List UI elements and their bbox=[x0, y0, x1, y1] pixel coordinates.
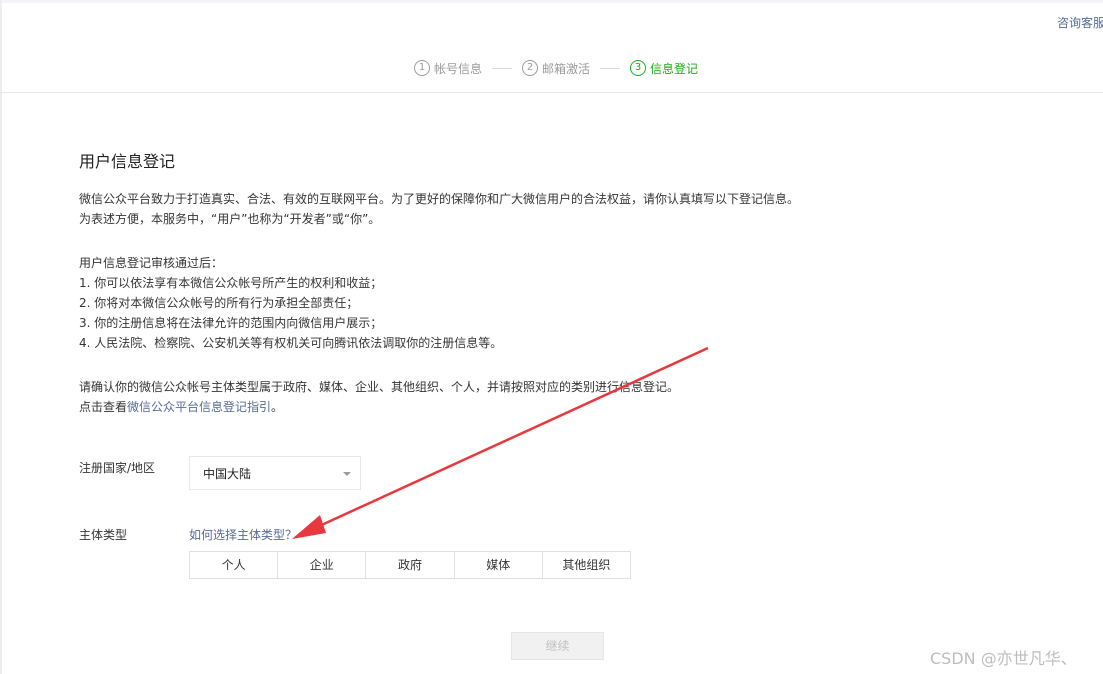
annotation-arrow-head bbox=[292, 515, 326, 539]
watermark: CSDN @亦世凡华、 bbox=[930, 649, 1077, 668]
annotation-arrow-shaft bbox=[314, 346, 709, 530]
annotation-arrow bbox=[292, 346, 709, 539]
